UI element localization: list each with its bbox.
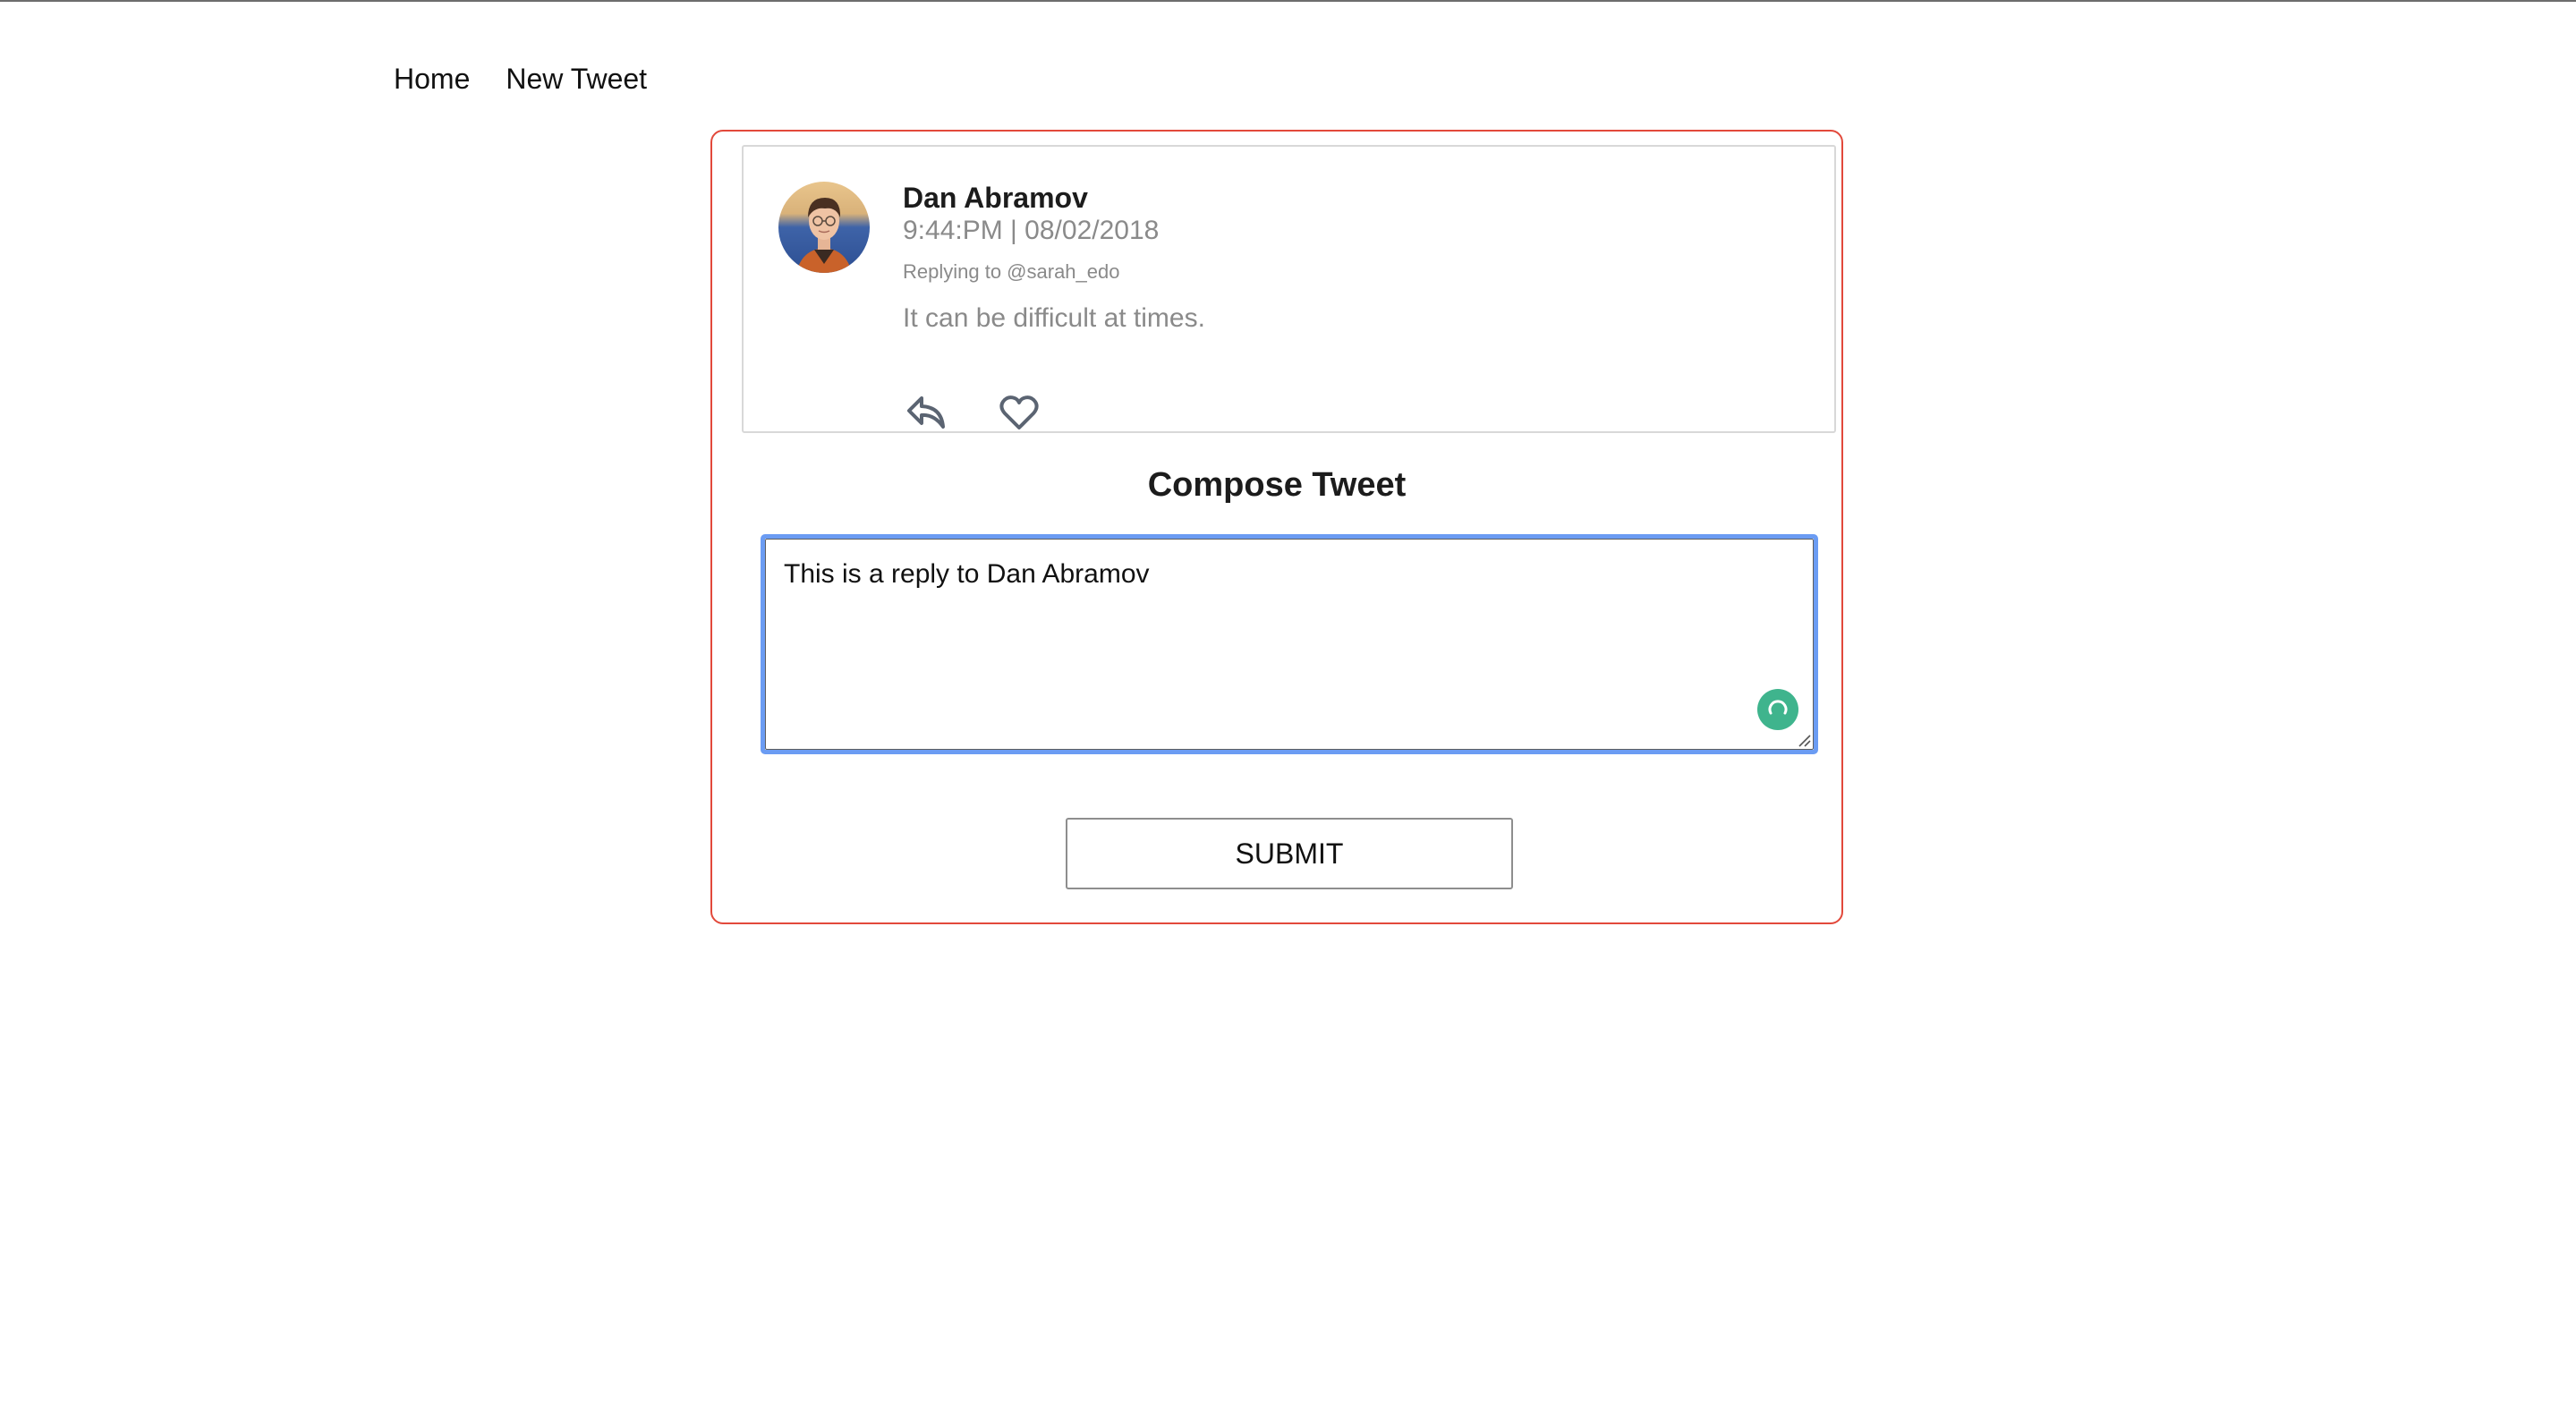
- nav-home-link[interactable]: Home: [394, 61, 470, 97]
- new-tweet-panel: Dan Abramov 9:44:PM | 08/02/2018 Replyin…: [710, 130, 1843, 924]
- compose-heading: Compose Tweet: [1147, 466, 1407, 504]
- nav-new-tweet-link[interactable]: New Tweet: [506, 61, 647, 97]
- tweet-text: It can be difficult at times.: [903, 303, 1205, 333]
- heart-outline-icon[interactable]: [996, 392, 1042, 433]
- avatar: [778, 182, 870, 273]
- grammarly-icon[interactable]: [1757, 689, 1798, 730]
- tweet-author: Dan Abramov: [903, 182, 1088, 214]
- submit-button[interactable]: SUBMIT: [1066, 818, 1513, 889]
- tweet-timestamp: 9:44:PM | 08/02/2018: [903, 216, 1160, 245]
- tweet-content: Dan Abramov 9:44:PM | 08/02/2018 Replyin…: [903, 181, 1205, 429]
- tweet-card[interactable]: Dan Abramov 9:44:PM | 08/02/2018 Replyin…: [742, 145, 1836, 433]
- compose-textarea[interactable]: [765, 539, 1814, 750]
- main-nav: Home New Tweet: [394, 61, 647, 97]
- top-divider: [0, 0, 2576, 2]
- tweet-actions: [903, 392, 1042, 433]
- compose-textarea-wrapper: [761, 534, 1818, 754]
- reply-arrow-icon[interactable]: [903, 392, 949, 433]
- resize-handle-icon[interactable]: [1796, 732, 1812, 748]
- replying-to-label: Replying to @sarah_edo: [903, 260, 1120, 283]
